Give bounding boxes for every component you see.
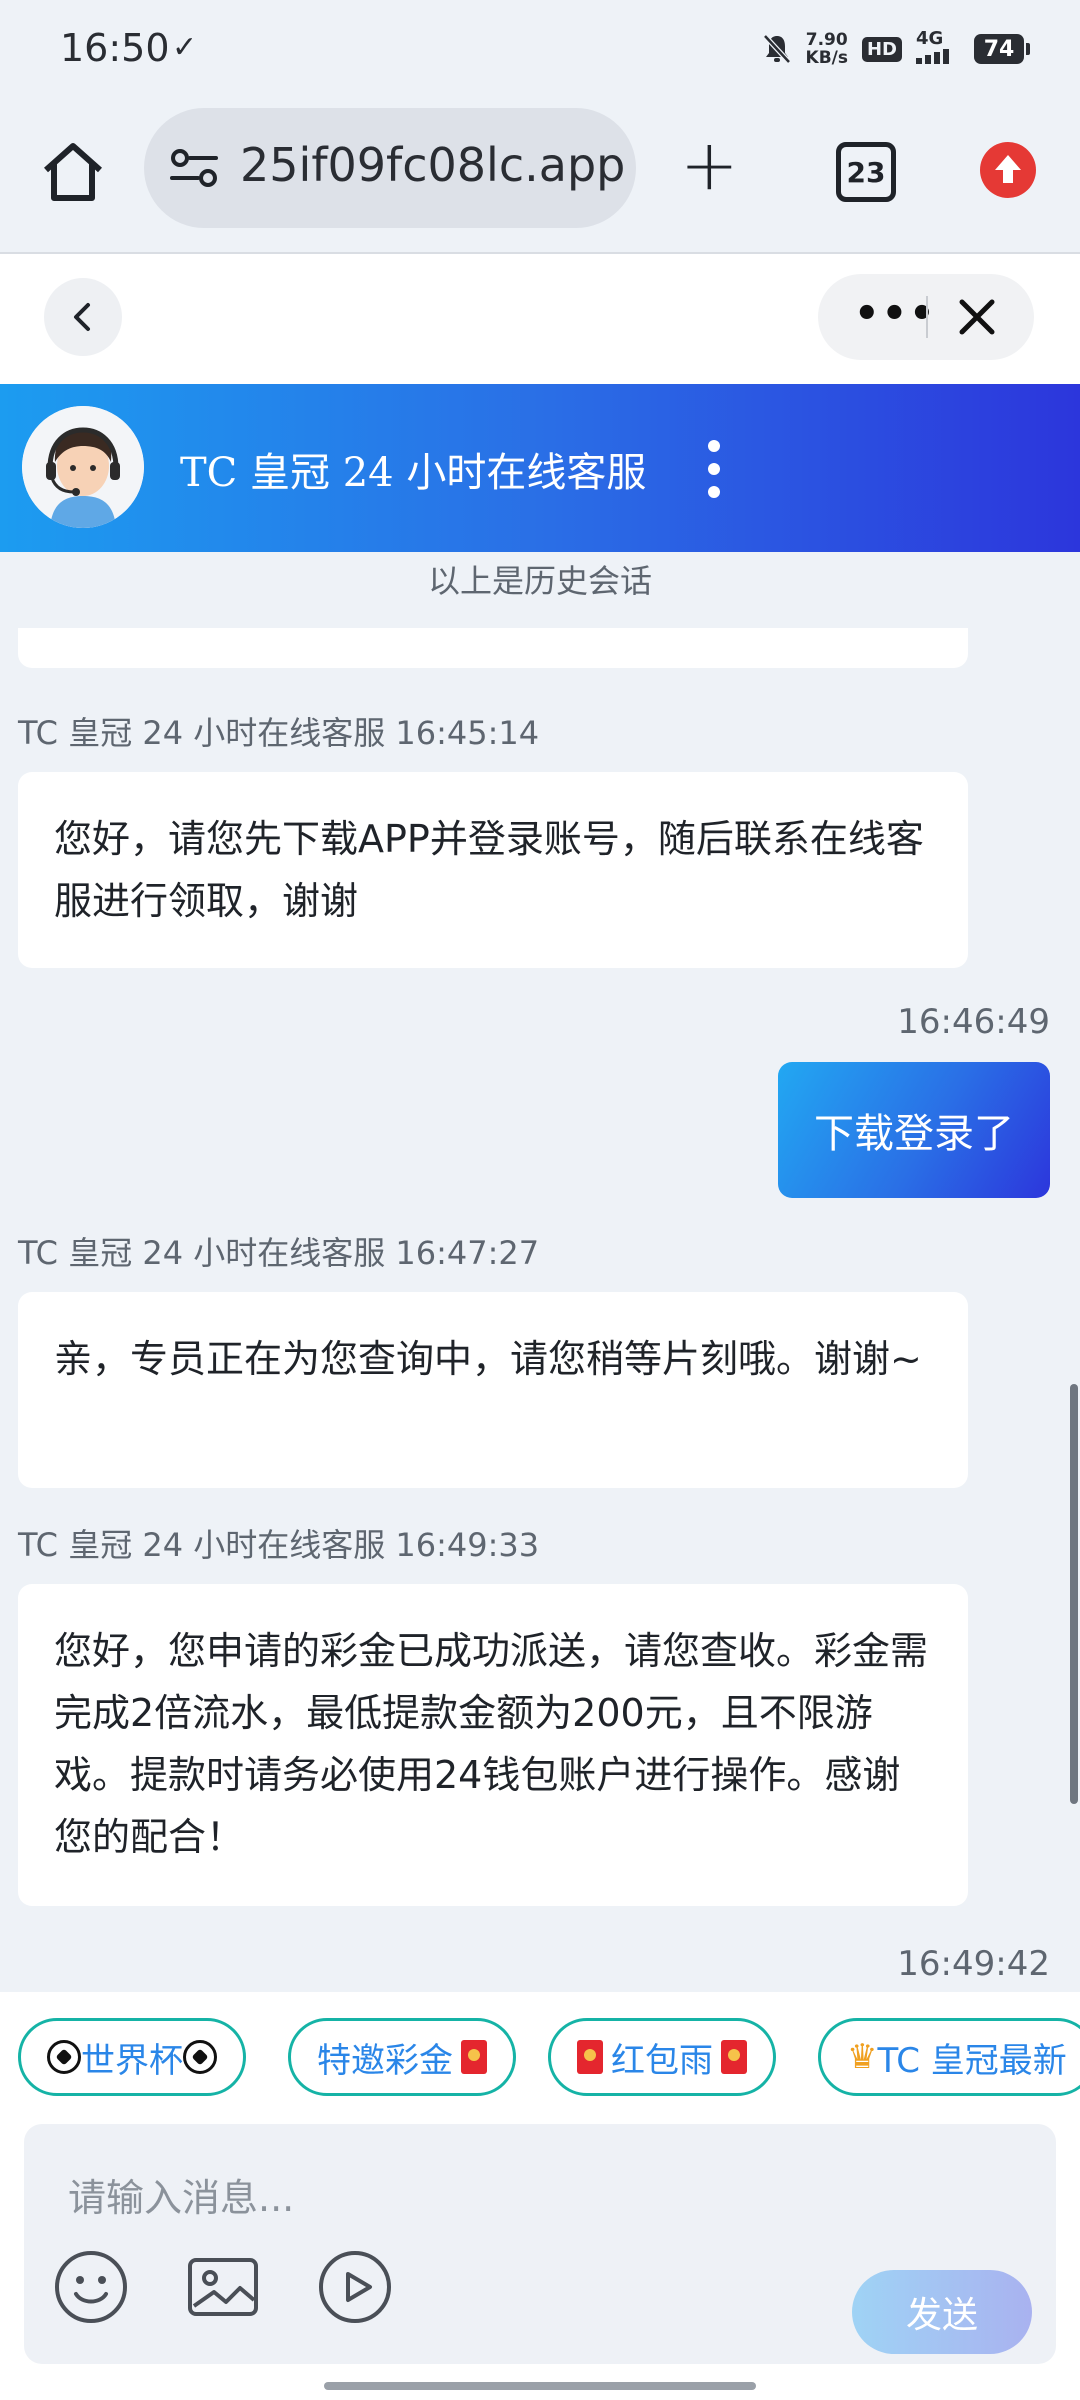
message-bubble-incoming: 您好，您申请的彩金已成功派送，请您查收。彩金需完成2倍流水，最低提款金额为200… <box>18 1584 968 1906</box>
history-divider: 以上是历史会话 <box>427 562 652 600</box>
page-header: ••• <box>0 254 1080 384</box>
new-tab-button[interactable]: + <box>680 130 739 200</box>
chip-label: 红包雨 <box>611 2040 713 2081</box>
arrow-up-icon <box>995 155 1021 183</box>
quick-reply-latest[interactable]: ♛ TC 皇冠最新 <box>818 2018 1080 2096</box>
message-bubble-incoming: 您好，请您先下载APP并登录账号，随后联系在线客服进行领取，谢谢 <box>18 772 968 968</box>
message-bubble-incoming: 亲，专员正在为您查询中，请您稍等片刻哦。谢谢~ <box>18 1292 968 1488</box>
image-icon[interactable] <box>184 2248 262 2326</box>
signal-indicator: 4G <box>916 30 960 68</box>
red-envelope-icon <box>721 2040 747 2074</box>
sender-timestamp: TC 皇冠 24 小时在线客服 16:49:33 <box>18 1526 540 1564</box>
agent-avatar <box>22 406 144 528</box>
quick-reply-bar: 世界杯 特邀彩金 红包雨 ♛ TC 皇冠最新 <box>0 1992 1080 2120</box>
network-type: 4G <box>916 28 944 49</box>
message-bubble-outgoing: 下载登录了 <box>778 1062 1050 1198</box>
status-bar: 16:50 ✓ 7.90 KB/s HD 4G 74 <box>0 0 1080 100</box>
red-envelope-icon <box>461 2040 487 2074</box>
red-envelope-icon <box>577 2040 603 2074</box>
message-input[interactable] <box>24 2124 1024 2234</box>
message-timestamp: 16:49:42 <box>897 1944 1050 1984</box>
home-icon[interactable] <box>38 136 108 206</box>
capsule-divider <box>926 296 928 338</box>
support-agent-icon <box>22 406 144 528</box>
video-icon[interactable] <box>316 2248 394 2326</box>
chip-label: 特邀彩金 <box>317 2040 453 2081</box>
composer: 发送 <box>0 2120 1080 2400</box>
send-button[interactable]: 发送 <box>852 2270 1032 2354</box>
signal-bars-icon <box>916 49 949 64</box>
quick-reply-world-cup[interactable]: 世界杯 <box>18 2018 246 2096</box>
quick-reply-special-bonus[interactable]: 特邀彩金 <box>288 2018 516 2096</box>
soccer-ball-icon <box>47 2040 81 2074</box>
speed-unit: KB/s <box>805 48 848 68</box>
chip-label: 世界杯 <box>81 2040 183 2081</box>
mute-bell-icon <box>762 34 791 64</box>
browser-toolbar: 25if09fc08lc.app + 23 <box>0 100 1080 254</box>
battery-indicator: 74 <box>974 34 1030 64</box>
scrollbar[interactable] <box>1070 1384 1078 1804</box>
tab-count-button[interactable]: 23 <box>836 142 896 202</box>
status-icons: 7.90 KB/s HD 4G 74 <box>762 30 1030 68</box>
quick-reply-red-packet-rain[interactable]: 红包雨 <box>548 2018 776 2096</box>
hd-badge: HD <box>861 36 902 62</box>
kebab-menu-icon[interactable] <box>702 438 726 500</box>
back-button[interactable] <box>44 278 122 356</box>
emoji-icon[interactable] <box>52 2248 130 2326</box>
capsule-menu: ••• <box>818 274 1034 360</box>
crown-icon: ♛ <box>847 2037 878 2077</box>
more-options-button[interactable]: ••• <box>854 294 937 334</box>
chat-title: TC 皇冠 24 小时在线客服 <box>180 450 647 496</box>
chat-title-bar: TC 皇冠 24 小时在线客服 <box>0 384 1080 552</box>
update-button[interactable] <box>980 142 1036 198</box>
home-indicator[interactable] <box>324 2382 756 2390</box>
sender-timestamp: TC 皇冠 24 小时在线客服 16:45:14 <box>18 714 540 752</box>
soccer-ball-icon <box>183 2040 217 2074</box>
composer-box: 发送 <box>24 2124 1056 2364</box>
speed-value: 7.90 <box>805 30 848 50</box>
message-list[interactable]: 以上是历史会话 TC 皇冠 24 小时在线客服 16:45:14 您好，请您先下… <box>0 552 1080 1990</box>
chevron-left-icon <box>74 303 90 331</box>
chip-label: TC 皇冠最新 <box>877 2040 1067 2081</box>
network-speed: 7.90 KB/s <box>806 31 848 67</box>
address-bar[interactable]: 25if09fc08lc.app <box>144 108 636 228</box>
message-timestamp: 16:46:49 <box>897 1002 1050 1042</box>
url-text[interactable]: 25if09fc08lc.app <box>240 138 625 192</box>
message-bubble-partial <box>18 628 968 668</box>
download-done-icon: ✓ <box>172 30 198 65</box>
sender-timestamp: TC 皇冠 24 小时在线客服 16:47:27 <box>18 1234 540 1272</box>
site-settings-icon[interactable] <box>168 144 220 192</box>
close-icon[interactable] <box>954 294 1000 340</box>
status-time: 16:50 <box>60 26 170 70</box>
